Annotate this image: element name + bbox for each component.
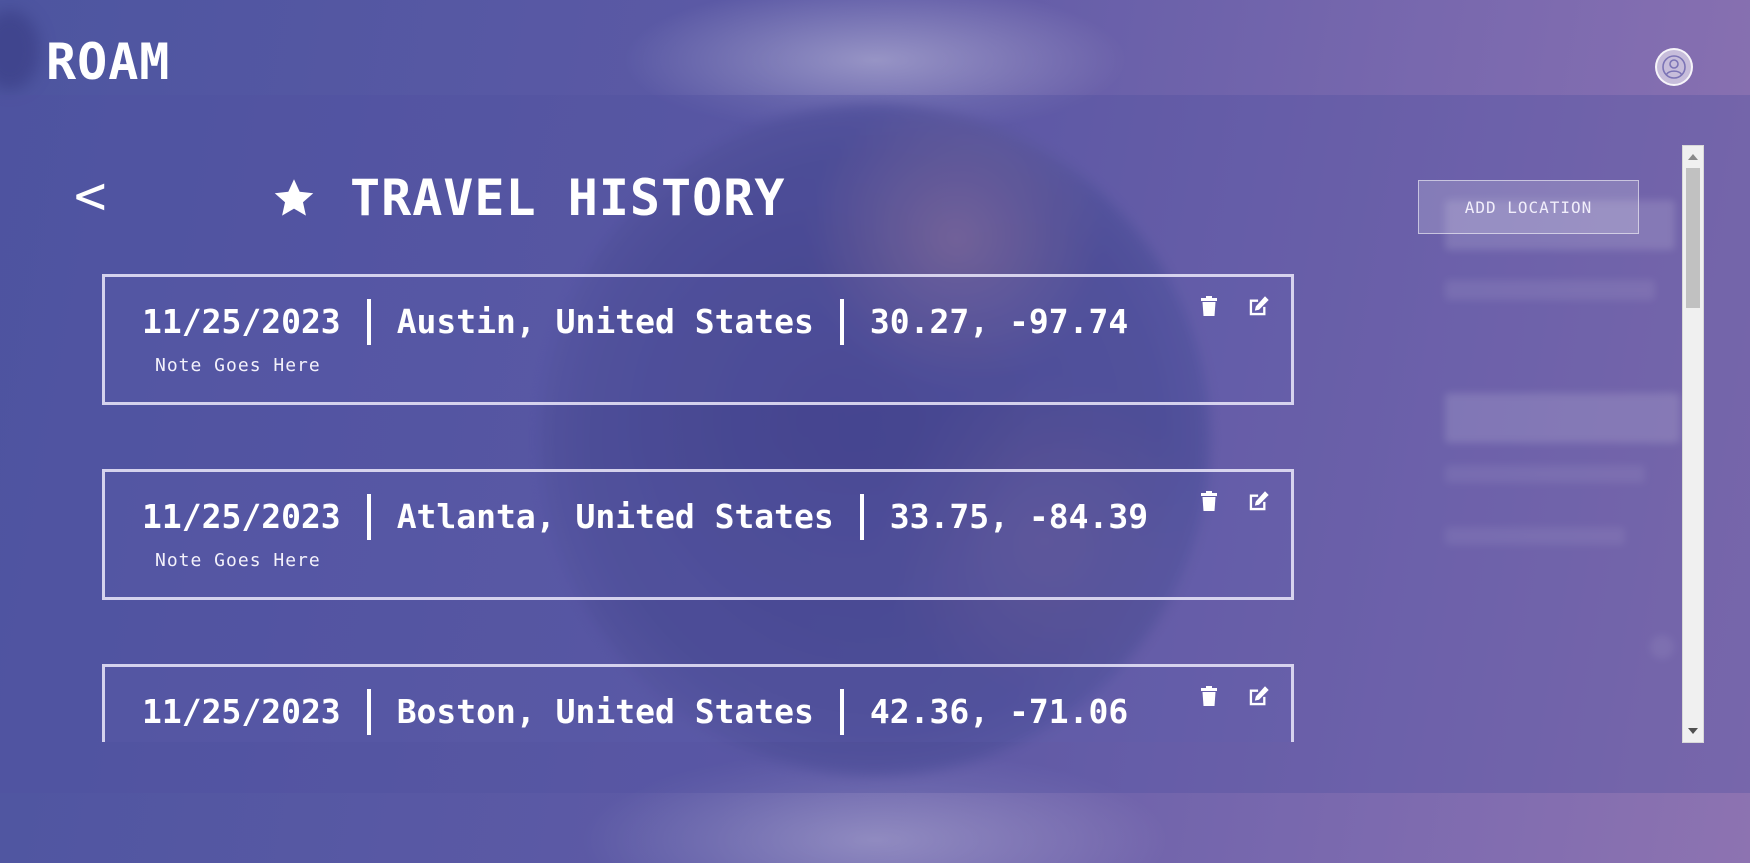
- divider: [839, 689, 844, 735]
- entry-summary: 11/25/2023 Boston, United States 42.36, …: [142, 689, 1128, 735]
- entry-date: 11/25/2023: [142, 692, 341, 731]
- ghost-block: [1445, 465, 1645, 483]
- edit-icon: [1249, 491, 1269, 511]
- entry-place: Boston, United States: [396, 692, 814, 731]
- entry-date: 11/25/2023: [142, 302, 341, 341]
- entry-place: Austin, United States: [396, 302, 814, 341]
- travel-entry-card[interactable]: 11/25/2023 Austin, United States 30.27, …: [102, 274, 1294, 405]
- divider: [859, 494, 864, 540]
- edit-icon: [1249, 686, 1269, 706]
- entry-date: 11/25/2023: [142, 497, 341, 536]
- app-logo[interactable]: ROAM: [46, 34, 170, 90]
- ghost-block: [1650, 635, 1674, 659]
- entry-coordinates: 33.75, -84.39: [889, 497, 1149, 536]
- edit-button[interactable]: [1247, 683, 1271, 709]
- entry-summary: 11/25/2023 Atlanta, United States 33.75,…: [142, 494, 1148, 540]
- divider: [366, 494, 371, 540]
- edit-button[interactable]: [1247, 488, 1271, 514]
- ghost-block: [1445, 527, 1625, 545]
- user-avatar-button[interactable]: [1655, 48, 1693, 86]
- user-circle-icon: [1662, 55, 1686, 79]
- vertical-scrollbar[interactable]: [1682, 145, 1704, 743]
- entry-coordinates: 42.36, -71.06: [869, 692, 1129, 731]
- add-location-button[interactable]: ADD LOCATION: [1418, 180, 1639, 234]
- page-title: TRAVEL HISTORY: [350, 169, 786, 227]
- ghost-block: [1445, 280, 1655, 300]
- edit-icon: [1249, 296, 1269, 316]
- ghost-block: [1445, 393, 1680, 443]
- trash-icon: [1201, 296, 1217, 316]
- divider: [366, 299, 371, 345]
- divider: [366, 689, 371, 735]
- trash-icon: [1201, 491, 1217, 511]
- entry-place: Atlanta, United States: [396, 497, 834, 536]
- app-header: ROAM: [0, 0, 1750, 95]
- entry-summary: 11/25/2023 Austin, United States 30.27, …: [142, 299, 1128, 345]
- scroll-down-arrow[interactable]: [1688, 728, 1698, 734]
- scroll-up-arrow[interactable]: [1688, 154, 1698, 160]
- entry-note: Note Goes Here: [155, 550, 321, 571]
- entry-note: Note Goes Here: [155, 355, 321, 376]
- page-heading: TRAVEL HISTORY: [272, 170, 785, 226]
- trash-icon: [1201, 686, 1217, 706]
- star-icon: [274, 179, 314, 216]
- delete-button[interactable]: [1197, 683, 1221, 709]
- delete-button[interactable]: [1197, 293, 1221, 319]
- scroll-thumb[interactable]: [1686, 168, 1700, 308]
- back-button[interactable]: <: [74, 166, 107, 226]
- edit-button[interactable]: [1247, 293, 1271, 319]
- travel-entry-card[interactable]: 11/25/2023 Boston, United States 42.36, …: [102, 664, 1294, 742]
- travel-entry-card[interactable]: 11/25/2023 Atlanta, United States 33.75,…: [102, 469, 1294, 600]
- travel-history-list[interactable]: 11/25/2023 Austin, United States 30.27, …: [0, 270, 1320, 742]
- entry-coordinates: 30.27, -97.74: [869, 302, 1129, 341]
- delete-button[interactable]: [1197, 488, 1221, 514]
- divider: [839, 299, 844, 345]
